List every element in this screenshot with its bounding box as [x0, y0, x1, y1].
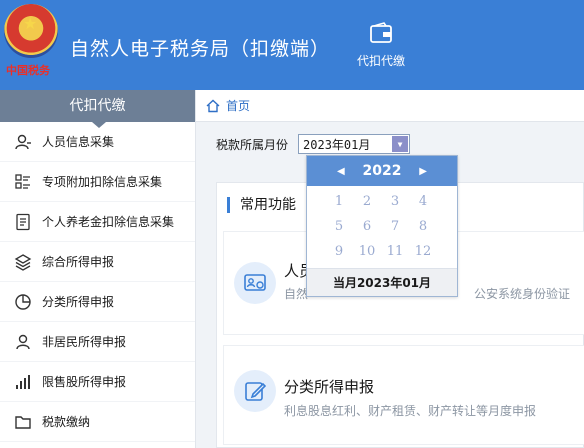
- tax-month-row: 税款所属月份 2023年01月 ▼: [216, 134, 411, 154]
- sidebar-item-tax-payment[interactable]: 税款缴纳: [0, 402, 195, 442]
- card-title: 分类所得申报: [284, 378, 375, 396]
- sidebar-item-label: 非居民所得申报: [42, 335, 127, 349]
- sidebar-item-label: 人员信息采集: [42, 135, 115, 149]
- sidebar-item-label: 限售股所得申报: [42, 375, 127, 389]
- sidebar-item-nonresident-income[interactable]: 非居民所得申报: [0, 322, 195, 362]
- picker-year: 2022: [362, 163, 402, 179]
- tax-month-input[interactable]: 2023年01月 ▼: [298, 134, 411, 154]
- edit-icon: [234, 370, 276, 412]
- next-year-icon[interactable]: ▶: [419, 166, 427, 177]
- sidebar-item-label: 税款缴纳: [42, 415, 91, 429]
- sidebar-item-label: 专项附加扣除信息采集: [42, 175, 163, 189]
- month-cell[interactable]: 12: [409, 239, 437, 264]
- sidebar-item-pension-deduction[interactable]: 个人养老金扣除信息采集: [0, 202, 195, 242]
- card-desc-right: 公安系统身份验证: [474, 287, 571, 301]
- tax-emblem-logo: ★: [4, 4, 58, 58]
- sidebar-item-label: 个人养老金扣除信息采集: [42, 215, 175, 229]
- breadcrumb-home-link[interactable]: 首页: [226, 97, 250, 114]
- list-icon: [15, 173, 30, 189]
- month-cell[interactable]: 7: [381, 214, 409, 239]
- month-cell[interactable]: 1: [325, 189, 353, 214]
- app-title: 自然人电子税务局（扣缴端）: [70, 38, 331, 60]
- month-cell[interactable]: 2: [353, 189, 381, 214]
- app-header: ★ 中国税务 自然人电子税务局（扣缴端） 代扣代缴: [0, 0, 584, 90]
- month-cell[interactable]: 11: [381, 239, 409, 264]
- tab-label: 代扣代缴: [356, 54, 405, 68]
- tax-month-label: 税款所属月份: [216, 137, 289, 152]
- card-desc-left: 自然: [284, 287, 309, 301]
- tax-month-value: 2023年01月: [303, 137, 371, 152]
- panel-title: 常用功能: [227, 197, 296, 213]
- sidebar: 代扣代缴 人员信息采集 专项附加扣除信息采集 个人养老金扣除信息采集 综合所得申…: [0, 90, 196, 448]
- tab-withholding[interactable]: 代扣代缴: [348, 22, 414, 69]
- dropdown-arrow-icon[interactable]: ▼: [392, 136, 409, 152]
- folder-icon: [15, 415, 31, 429]
- month-cell[interactable]: 4: [409, 189, 437, 214]
- sidebar-item-restricted-stock[interactable]: 限售股所得申报: [0, 362, 195, 402]
- month-cell[interactable]: 8: [409, 214, 437, 239]
- sidebar-item-label: 分类所得申报: [42, 295, 115, 309]
- wallet-icon: [370, 22, 392, 43]
- month-cell[interactable]: 10: [353, 239, 381, 264]
- card-desc: 利息股息红利、财产租赁、财产转让等月度申报: [284, 404, 537, 418]
- sidebar-heading: 代扣代缴: [0, 90, 195, 128]
- sidebar-item-comprehensive-income[interactable]: 综合所得申报: [0, 242, 195, 282]
- sidebar-item-special-deduction[interactable]: 专项附加扣除信息采集: [0, 162, 195, 202]
- breadcrumb: 首页: [196, 90, 584, 122]
- month-grid: 1 2 3 4 5 6 7 8 9 10 11 12: [307, 186, 457, 264]
- sidebar-item-personnel-info[interactable]: 人员信息采集: [0, 122, 195, 162]
- sidebar-item-classified-income[interactable]: 分类所得申报: [0, 282, 195, 322]
- prev-year-icon[interactable]: ◀: [337, 166, 345, 177]
- sidebar-item-label: 综合所得申报: [42, 255, 115, 269]
- pie-icon: [15, 293, 31, 310]
- document-icon: [16, 213, 30, 230]
- id-card-icon: [234, 262, 276, 304]
- layers-icon: [14, 253, 32, 271]
- month-cell[interactable]: 6: [353, 214, 381, 239]
- month-cell[interactable]: 9: [325, 239, 353, 264]
- person-outline-icon: [16, 334, 30, 349]
- bar-chart-icon: [16, 374, 30, 389]
- picker-header: ◀ 2022 ▶: [307, 156, 457, 186]
- function-card-classified-income[interactable]: 分类所得申报 利息股息红利、财产租赁、财产转让等月度申报: [223, 345, 584, 445]
- star-icon: ★: [23, 14, 38, 33]
- current-month-button[interactable]: 当月2023年01月: [307, 268, 457, 296]
- month-cell[interactable]: 5: [325, 214, 353, 239]
- person-icon: [15, 134, 31, 149]
- month-cell[interactable]: 3: [381, 189, 409, 214]
- brand-seal-text: 中国税务: [6, 64, 50, 77]
- month-picker-popup: ◀ 2022 ▶ 1 2 3 4 5 6 7 8 9 10 11 12 当月20…: [306, 155, 458, 297]
- home-icon[interactable]: [206, 99, 220, 113]
